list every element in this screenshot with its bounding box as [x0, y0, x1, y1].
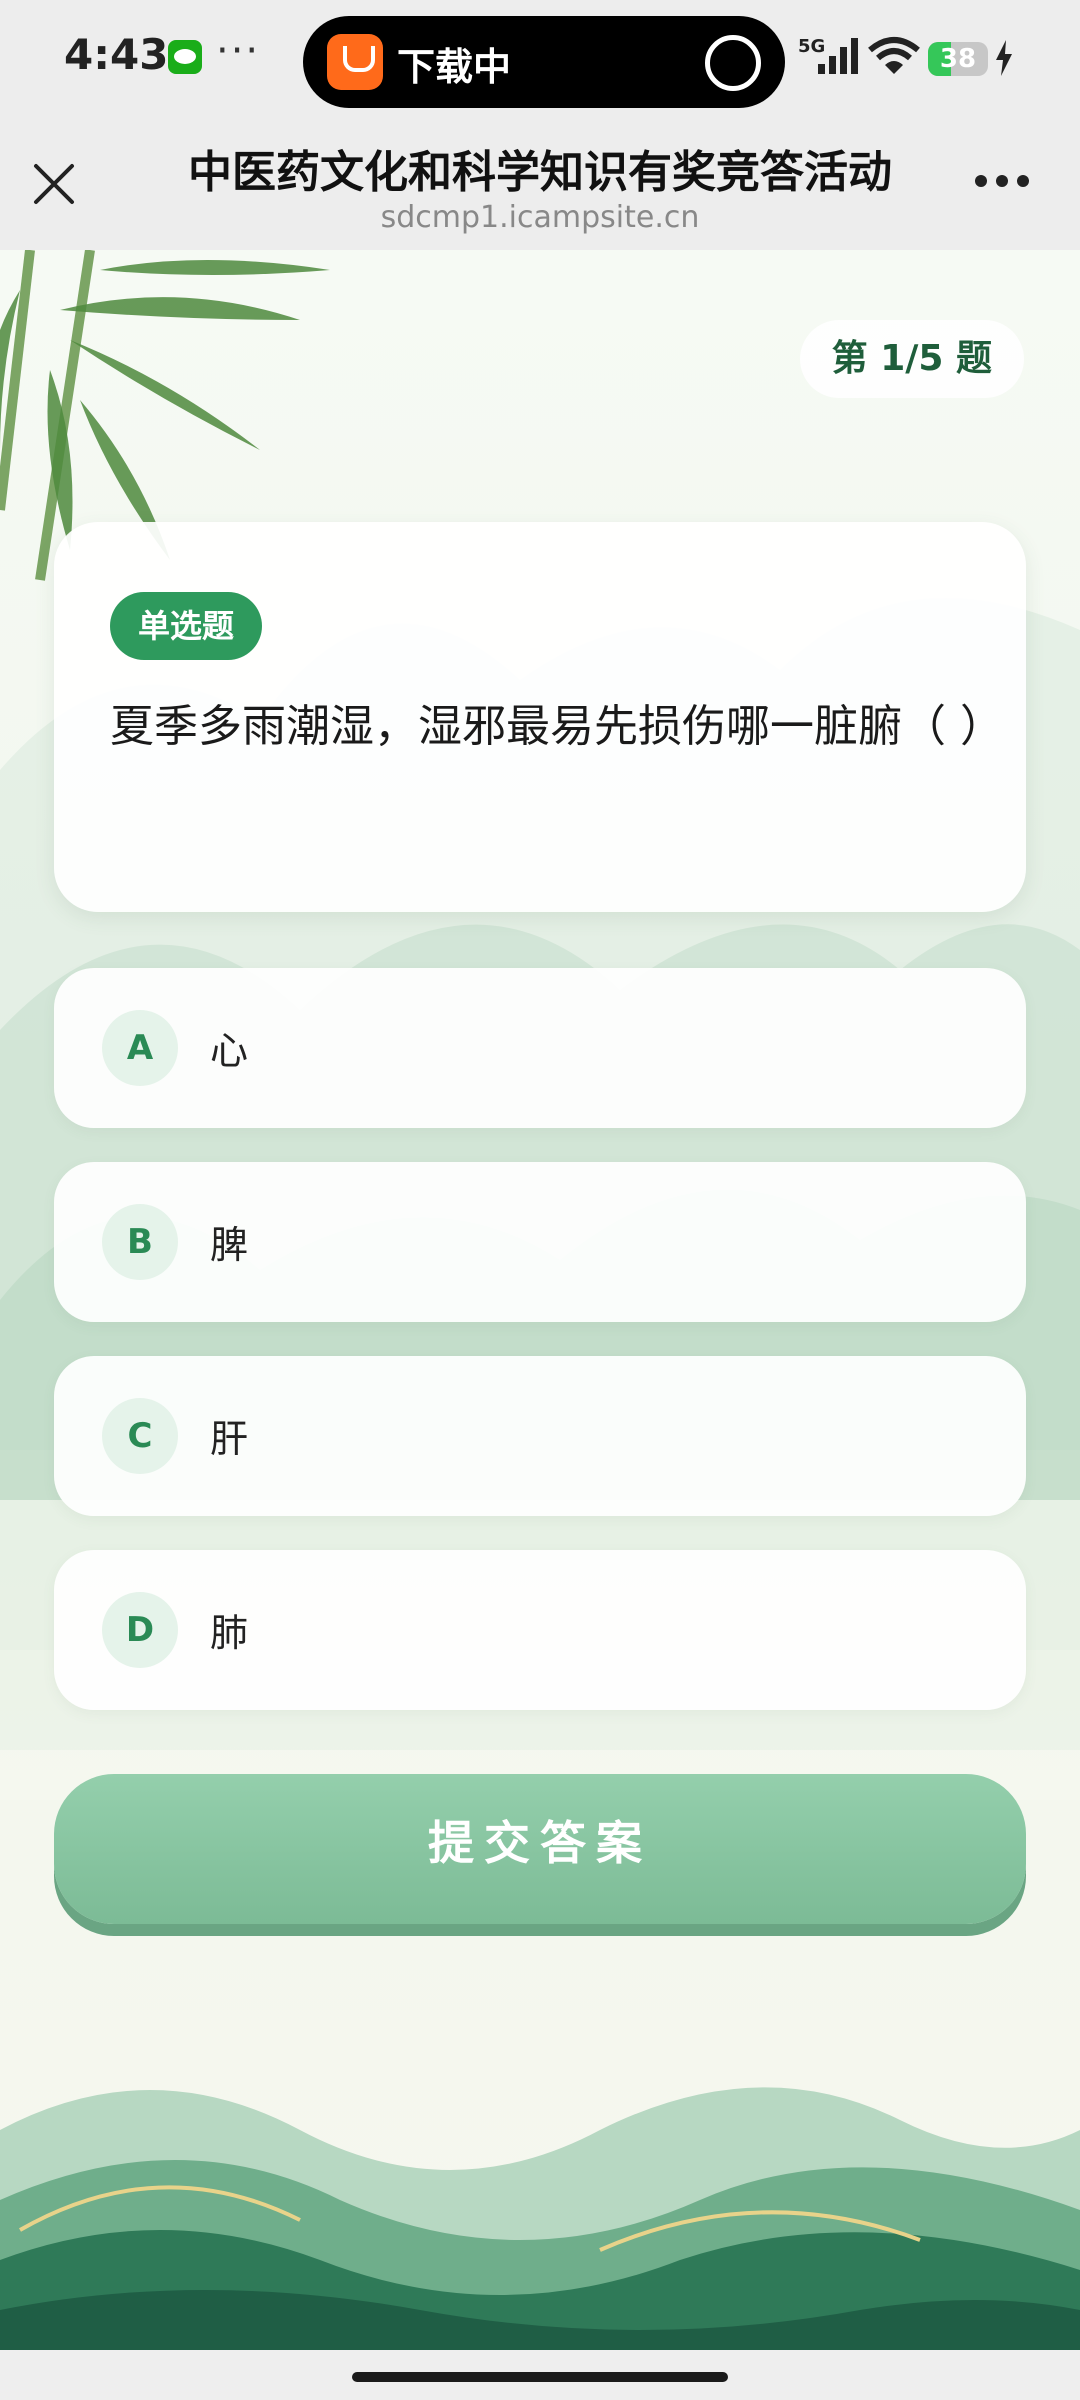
progress-ring-icon [705, 35, 761, 91]
submit-answer-button[interactable]: 提交答案 [54, 1774, 1026, 1924]
download-status-text: 下载中 [397, 45, 512, 89]
page-title: 中医药文化和科学知识有奖竞答活动 [188, 147, 892, 198]
page-domain: sdcmp1.icampsite.cn [380, 200, 700, 235]
question-type-badge: 单选题 [110, 592, 263, 660]
option-d[interactable]: D 肺 [54, 1550, 1026, 1710]
status-time: 4:43 [64, 30, 169, 79]
option-letter: D [102, 1592, 178, 1668]
home-indicator[interactable] [352, 2372, 728, 2382]
download-status-pill[interactable]: 下载中 [303, 16, 785, 108]
app-store-icon [327, 34, 383, 90]
battery-icon: 38 [928, 42, 988, 76]
question-card: 单选题 夏季多雨潮湿，湿邪最易先损伤哪一脏腑（ ） [54, 522, 1026, 912]
option-text: 肺 [210, 1611, 249, 1655]
more-options-icon[interactable] [974, 174, 1030, 188]
option-letter: A [102, 1010, 178, 1086]
signal-icon [818, 38, 858, 74]
option-c[interactable]: C 肝 [54, 1356, 1026, 1516]
question-progress: 第 1/5 题 [799, 320, 1024, 398]
option-text: 肝 [210, 1417, 249, 1461]
option-b[interactable]: B 脾 [54, 1162, 1026, 1322]
home-indicator-area [0, 2350, 1080, 2400]
option-letter: C [102, 1398, 178, 1474]
option-letter: B [102, 1204, 178, 1280]
question-text: 夏季多雨潮湿，湿邪最易先损伤哪一脏腑（ ） [110, 701, 1004, 752]
option-text: 脾 [210, 1223, 249, 1267]
wifi-icon [868, 37, 920, 74]
charging-icon [996, 40, 1012, 76]
option-text: 心 [210, 1029, 249, 1073]
more-notifications-icon: ··· [216, 28, 261, 74]
battery-percent: 38 [939, 44, 977, 74]
wechat-icon [168, 40, 202, 74]
quiz-page: 第 1/5 题 单选题 夏季多雨潮湿，湿邪最易先损伤哪一脏腑（ ） A 心 B … [0, 250, 1080, 2350]
status-bar: 4:43 ··· 下载中 5G 38 [0, 0, 1080, 122]
nav-bar: 中医药文化和科学知识有奖竞答活动 sdcmp1.icampsite.cn [0, 122, 1080, 250]
option-a[interactable]: A 心 [54, 968, 1026, 1128]
